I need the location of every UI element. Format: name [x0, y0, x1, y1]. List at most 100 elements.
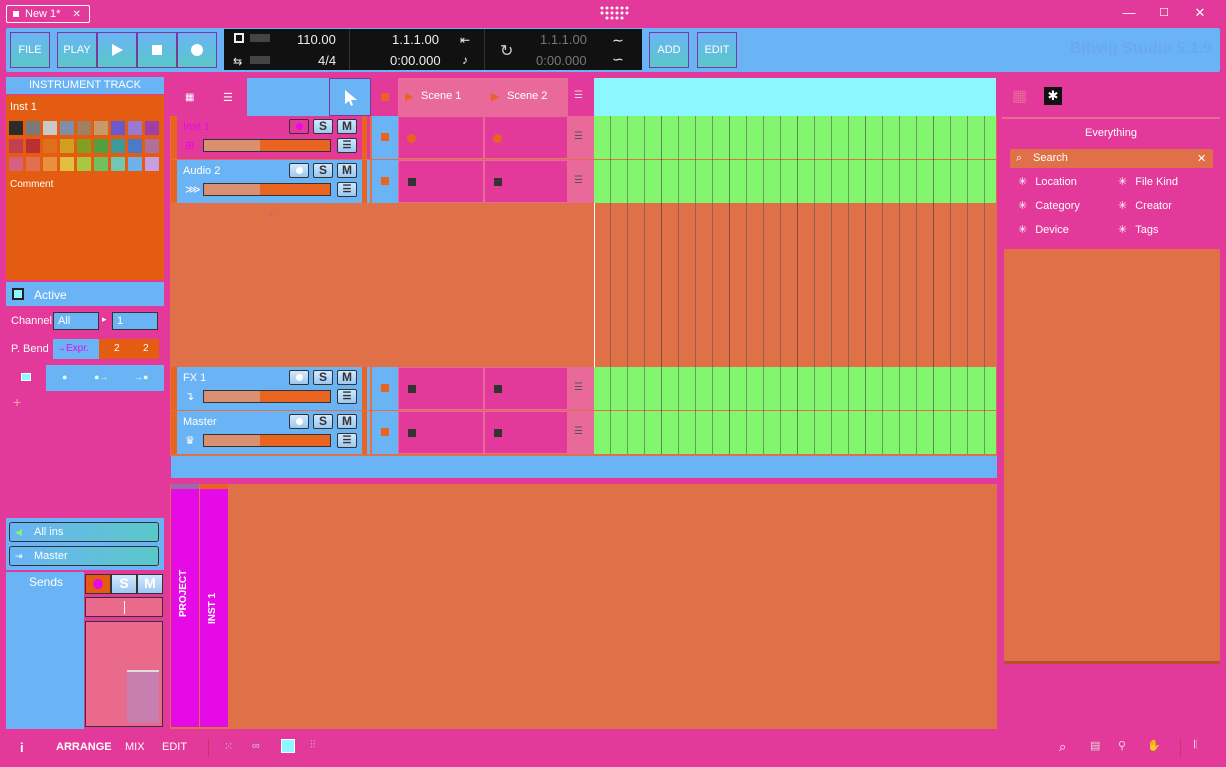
track-volume-fader[interactable] — [203, 390, 331, 403]
piano-icon[interactable]: 𝄃 — [1194, 739, 1196, 752]
track-header[interactable]: Inst 1 ⊞ S M ☰ — [177, 116, 370, 159]
scene-menu[interactable]: ☰ — [568, 78, 594, 116]
timeline-lane[interactable] — [594, 116, 996, 159]
browser-filter[interactable]: ✳ Creator — [1118, 199, 1172, 212]
color-swatch[interactable] — [43, 121, 57, 135]
arm-button[interactable] — [289, 414, 309, 429]
track-row[interactable]: Audio 2 ⋙ S M ☰ ☰ — [171, 160, 595, 203]
color-swatch[interactable] — [94, 139, 108, 153]
grid-view-icon[interactable]: ▦ — [185, 92, 194, 103]
color-swatch[interactable] — [145, 139, 159, 153]
close-window-button[interactable]: ✕ — [1192, 6, 1208, 20]
arm-button[interactable] — [289, 163, 309, 178]
solo-button[interactable]: S — [313, 414, 333, 429]
browser-filter[interactable]: ✳ Device — [1018, 223, 1069, 236]
output-select[interactable]: Master — [9, 546, 159, 566]
track-volume-fader[interactable] — [203, 183, 331, 196]
edit-tab[interactable]: EDIT — [162, 741, 187, 753]
track-name[interactable]: Master — [183, 416, 217, 428]
scene-2-header[interactable]: ▶ Scene 2 — [484, 78, 568, 116]
inst-tab[interactable]: INST 1 — [200, 484, 228, 727]
device-icon[interactable]: ⚲ — [1118, 739, 1126, 752]
hand-icon[interactable]: ✋ — [1147, 739, 1161, 752]
track-menu-button[interactable]: ☰ — [337, 182, 357, 197]
color-swatch[interactable] — [60, 157, 74, 171]
mute-button[interactable]: M — [337, 119, 357, 134]
mix-tab[interactable]: MIX — [125, 741, 145, 753]
color-swatch[interactable] — [26, 157, 40, 171]
track-menu-button[interactable]: ☰ — [337, 389, 357, 404]
pbend-expr-button[interactable]: →Expr. — [53, 339, 99, 359]
record-button[interactable] — [177, 32, 217, 68]
solo-button[interactable]: S — [313, 119, 333, 134]
track-stop-cell[interactable] — [372, 411, 398, 454]
mute-button[interactable]: M — [137, 574, 163, 594]
project-tab[interactable]: PROJECT — [171, 484, 199, 727]
list-view-icon[interactable]: ☰ — [223, 91, 233, 104]
track-stop-cell[interactable] — [372, 367, 398, 410]
color-swatch[interactable] — [145, 157, 159, 171]
position-bars[interactable]: 1.1.1.00 — [392, 32, 439, 47]
metronome-icon[interactable]: ♪ — [462, 53, 468, 67]
color-swatch[interactable] — [145, 121, 159, 135]
color-swatch[interactable] — [94, 157, 108, 171]
track-name[interactable]: Audio 2 — [183, 165, 220, 177]
stop-all-clips[interactable] — [372, 78, 398, 116]
tempo-value[interactable]: 110.00 — [297, 32, 336, 47]
track-menu-button[interactable]: ☰ — [337, 433, 357, 448]
track-volume-fader[interactable] — [203, 139, 331, 152]
track-name[interactable]: Inst 1 — [183, 121, 210, 133]
add-device-icon[interactable]: + — [13, 394, 21, 410]
browser-filter[interactable]: ✳ Location — [1018, 175, 1077, 188]
search-icon[interactable]: ⌕ — [1059, 739, 1066, 755]
clip-slot[interactable] — [398, 367, 484, 410]
browser-filter[interactable]: ✳ File Kind — [1118, 175, 1178, 188]
color-swatch[interactable] — [60, 139, 74, 153]
scene-play-icon[interactable]: ▶ — [405, 90, 413, 103]
timeline-lane[interactable] — [594, 367, 996, 410]
timeline-lane[interactable] — [594, 411, 996, 454]
clip-slot[interactable] — [484, 367, 568, 410]
arm-button[interactable] — [85, 574, 111, 594]
document-tab[interactable]: New 1* ✕ — [6, 5, 90, 23]
add-track-icon[interactable]: + — [268, 207, 275, 221]
arm-button[interactable] — [289, 119, 309, 134]
color-swatch[interactable] — [128, 157, 142, 171]
modulator-in-icon[interactable]: ●→ — [94, 372, 108, 382]
device-tab-active[interactable] — [6, 365, 46, 391]
grid-icon[interactable]: ▦ — [1012, 86, 1027, 106]
clip-slot[interactable] — [398, 411, 484, 454]
time-signature[interactable]: 4/4 — [318, 53, 336, 68]
clip-slot[interactable] — [484, 160, 568, 203]
channel-select[interactable]: All — [53, 312, 99, 330]
browser-filter[interactable]: ✳ Category — [1018, 199, 1080, 212]
stop-button[interactable] — [137, 32, 177, 68]
pbend-up-value[interactable]: 2 — [143, 343, 149, 354]
track-clip-menu[interactable]: ☰ — [568, 116, 594, 159]
close-tab-icon[interactable]: ✕ — [72, 9, 80, 20]
info-button[interactable]: i — [20, 740, 24, 755]
file-button[interactable]: FILE — [10, 32, 50, 68]
pbend-down-value[interactable]: 2 — [114, 343, 120, 354]
clip-slot[interactable] — [398, 116, 484, 159]
automation-write-icon[interactable]: ∼ — [612, 32, 624, 49]
remote-icon[interactable]: ● — [62, 372, 67, 382]
clip-slot[interactable] — [484, 411, 568, 454]
loop-time[interactable]: 0:00.000 — [536, 53, 587, 68]
scene-play-icon[interactable]: ▶ — [491, 90, 499, 103]
color-swatch[interactable] — [26, 121, 40, 135]
track-clip-menu[interactable]: ☰ — [568, 160, 594, 203]
track-stop-cell[interactable] — [372, 116, 398, 159]
file-icon[interactable]: ▤ — [1090, 739, 1100, 752]
color-swatch[interactable] — [9, 157, 23, 171]
clear-search-icon[interactable]: ✕ — [1197, 152, 1206, 165]
color-swatch[interactable] — [60, 121, 74, 135]
timeline-ruler[interactable] — [594, 78, 996, 116]
color-swatch[interactable] — [77, 157, 91, 171]
solo-button[interactable]: S — [313, 163, 333, 178]
browser-filter[interactable]: ✳ Tags — [1118, 223, 1158, 236]
color-swatch[interactable] — [43, 157, 57, 171]
maximize-button[interactable]: ☐ — [1156, 6, 1172, 20]
mute-button[interactable]: M — [337, 370, 357, 385]
color-swatch[interactable] — [9, 139, 23, 153]
